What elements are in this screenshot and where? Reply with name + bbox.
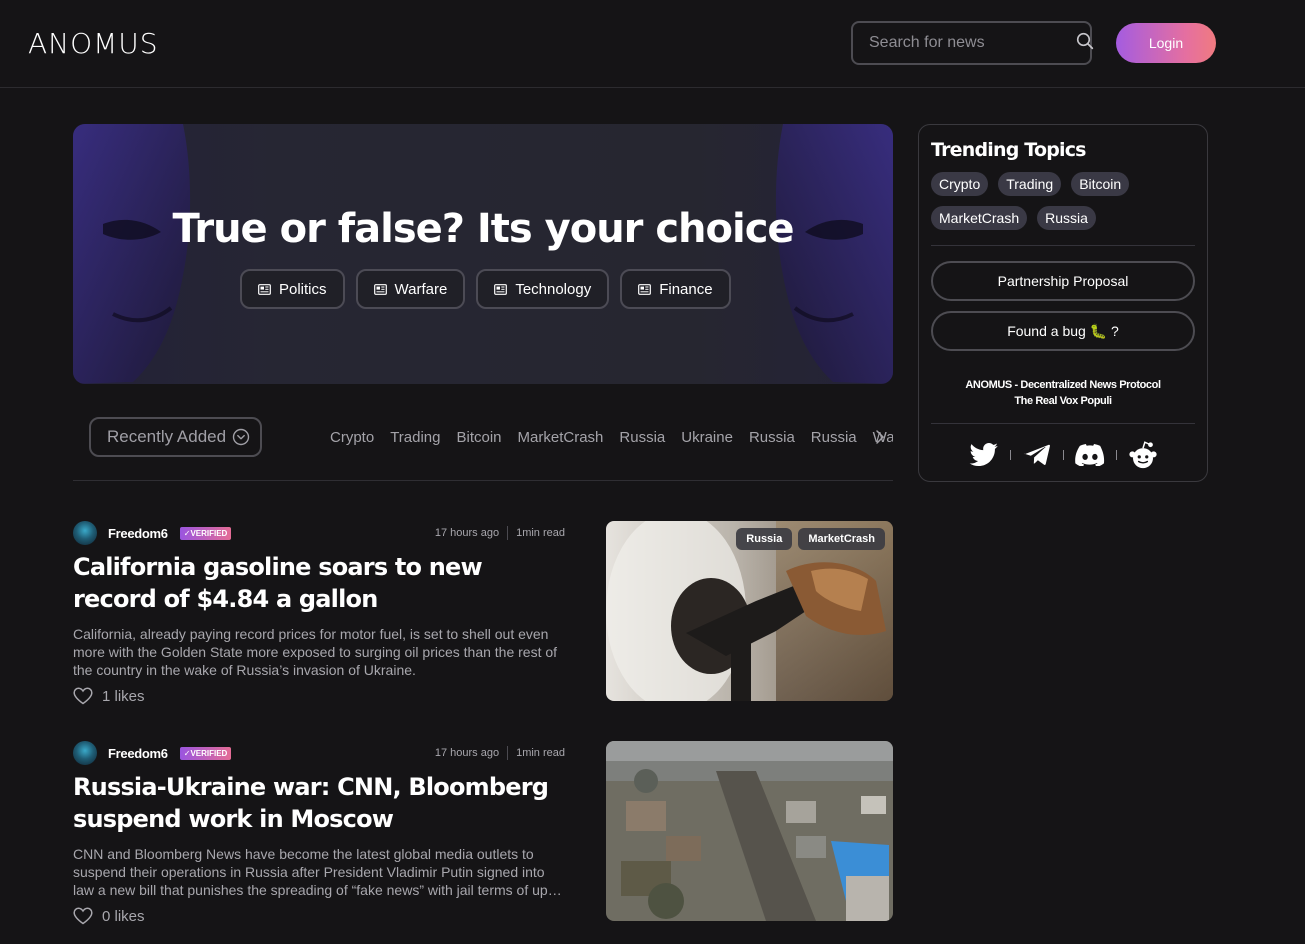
tag-link-bitcoin[interactable]: Bitcoin [457, 429, 502, 446]
separator [507, 746, 509, 760]
tag-link-marketcrash[interactable]: MarketCrash [518, 429, 604, 446]
category-button-finance[interactable]: Finance [620, 269, 731, 309]
caption-line: ANOMUS - Decentralized News Protocol [965, 379, 1161, 391]
time-ago: 17 hours ago [434, 527, 500, 539]
topic-trading[interactable]: Trading [998, 172, 1062, 196]
trending-title: Trending Topics [931, 139, 1086, 161]
read-time: 1min read [516, 747, 565, 759]
tag-link-russia[interactable]: Russia [749, 429, 795, 446]
search-input[interactable] [869, 34, 1076, 52]
search-icon[interactable] [1076, 32, 1094, 55]
caption-line: The Real Vox Populi [1014, 395, 1112, 407]
verified-badge: ✓VERIFIED [179, 746, 232, 760]
category-label: Warfare [394, 280, 448, 298]
chevron-down-circle-icon [232, 428, 250, 446]
hero-title: True or false? Its your choice [172, 206, 794, 252]
verified-badge: ✓VERIFIED [179, 526, 232, 540]
time-info: 17 hours ago 1min read [435, 526, 565, 540]
separator [1115, 450, 1117, 460]
article-tag-list: Russia MarketCrash [736, 528, 885, 550]
sort-label: Recently Added [107, 427, 227, 446]
category-button-warfare[interactable]: Warfare [355, 269, 466, 309]
topic-bitcoin[interactable]: Bitcoin [1071, 172, 1130, 196]
partnership-button[interactable]: Partnership Proposal [931, 261, 1195, 301]
heart-icon[interactable] [73, 687, 93, 705]
avatar[interactable] [73, 521, 97, 545]
site-logo[interactable]: ANOMUS [28, 27, 159, 60]
topic-marketcrash[interactable]: MarketCrash [931, 206, 1028, 230]
time-info: 17 hours ago 1min read [435, 746, 565, 760]
tag-link-russia[interactable]: Russia [619, 429, 665, 446]
sort-dropdown[interactable]: Recently Added [89, 417, 262, 457]
discord-icon[interactable] [1074, 441, 1106, 469]
category-button-technology[interactable]: Technology [476, 269, 610, 309]
mask-illustration-left [73, 124, 191, 384]
article-card[interactable]: Freedom6 ✓VERIFIED 17 hours ago 1min rea… [73, 741, 893, 925]
protocol-caption: ANOMUS - Decentralized News Protocol The… [919, 377, 1207, 409]
article-title[interactable]: Russia-Ukraine war: CNN, Bloomberg suspe… [73, 771, 565, 835]
sidebar: Trending Topics Crypto Trading Bitcoin M… [918, 124, 1208, 482]
topic-russia[interactable]: Russia [1037, 206, 1096, 230]
social-links [919, 441, 1207, 469]
article-tag[interactable]: Russia [736, 528, 793, 550]
separator [1009, 450, 1011, 460]
tag-link-ukraine[interactable]: Ukraine [681, 429, 733, 446]
heart-icon[interactable] [73, 907, 93, 925]
aerial-town-image [606, 741, 893, 921]
article-image[interactable]: Russia MarketCrash [606, 521, 893, 701]
divider [931, 245, 1195, 246]
report-bug-button[interactable]: Found a bug 🐛 ? [931, 311, 1195, 351]
category-button-politics[interactable]: Politics [240, 269, 345, 309]
hero-category-list: Politics Warfare Technology Finance [240, 269, 731, 309]
author-name[interactable]: Freedom6 [108, 746, 168, 761]
author-name[interactable]: Freedom6 [108, 526, 168, 541]
divider [73, 480, 893, 481]
article-meta: Freedom6 ✓VERIFIED 17 hours ago 1min rea… [73, 741, 565, 765]
article-excerpt: California, already paying record prices… [73, 626, 558, 678]
tag-link-russia[interactable]: Russia [811, 429, 857, 446]
separator [1062, 450, 1064, 460]
article-excerpt: CNN and Bloomberg News have become the l… [73, 846, 564, 898]
like-control[interactable]: 0 likes [73, 907, 145, 925]
like-count: 1 likes [102, 687, 145, 705]
article-meta: Freedom6 ✓VERIFIED 17 hours ago 1min rea… [73, 521, 565, 545]
chevron-right-icon[interactable] [874, 429, 886, 445]
tag-link-trading[interactable]: Trading [390, 429, 440, 446]
search-box[interactable] [851, 21, 1094, 65]
twitter-icon[interactable] [968, 441, 1000, 469]
newspaper-icon [373, 283, 387, 295]
article-image[interactable] [606, 741, 893, 921]
newspaper-icon [494, 283, 508, 295]
category-label: Finance [659, 280, 713, 298]
telegram-icon[interactable] [1021, 441, 1053, 469]
read-time: 1min read [516, 527, 565, 539]
avatar[interactable] [73, 741, 97, 765]
separator [507, 526, 509, 540]
mask-illustration-right [775, 124, 893, 384]
newspaper-icon [258, 283, 271, 295]
top-header: ANOMUS Login [0, 0, 1305, 88]
reddit-icon[interactable] [1127, 441, 1159, 469]
time-ago: 17 hours ago [434, 747, 500, 759]
category-label: Politics [279, 280, 327, 298]
tag-link-crypto[interactable]: Crypto [330, 429, 374, 446]
article-tag[interactable]: MarketCrash [798, 528, 885, 550]
topic-crypto[interactable]: Crypto [931, 172, 989, 196]
like-count: 0 likes [102, 907, 145, 925]
hero-banner: True or false? Its your choice Politics … [73, 124, 893, 384]
category-label: Technology [515, 280, 592, 298]
article-title[interactable]: California gasoline soars to new record … [73, 551, 565, 615]
login-button[interactable]: Login [1116, 23, 1216, 63]
trending-topic-list: Crypto Trading Bitcoin MarketCrash Russi… [931, 172, 1191, 230]
article-card[interactable]: Freedom6 ✓VERIFIED 17 hours ago 1min rea… [73, 521, 893, 705]
tag-scroller: Crypto Trading Bitcoin MarketCrash Russi… [320, 426, 893, 448]
divider [931, 423, 1195, 424]
newspaper-icon [638, 283, 652, 295]
like-control[interactable]: 1 likes [73, 687, 145, 705]
